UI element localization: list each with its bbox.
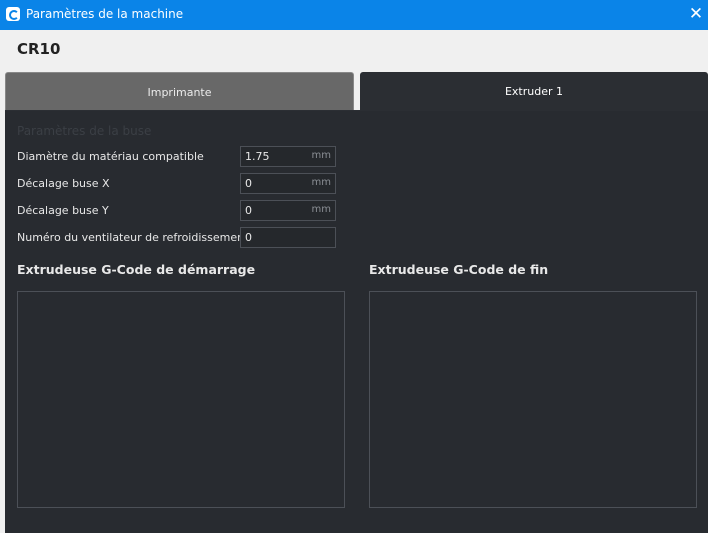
tab-printer[interactable]: Imprimante <box>5 72 354 111</box>
material-diameter-unit: mm <box>311 150 331 161</box>
end-gcode-heading: Extrudeuse G-Code de fin <box>369 262 549 277</box>
cooling-fan-number-label: Numéro du ventilateur de refroidissement <box>17 231 249 244</box>
nozzle-offset-x-field[interactable]: 0 mm <box>240 173 336 194</box>
cura-logo-icon <box>6 7 20 21</box>
cooling-fan-number-field[interactable]: 0 <box>240 227 336 248</box>
start-gcode-editor[interactable] <box>17 291 345 508</box>
nozzle-offset-x-unit: mm <box>311 177 331 188</box>
nozzle-offset-y-value[interactable]: 0 <box>245 204 252 217</box>
nozzle-offset-x-label: Décalage buse X <box>17 177 110 190</box>
nozzle-offset-y-field[interactable]: 0 mm <box>240 200 336 221</box>
start-gcode-heading: Extrudeuse G-Code de démarrage <box>17 262 256 277</box>
nozzle-offset-x-value[interactable]: 0 <box>245 177 252 190</box>
material-diameter-label: Diamètre du matériau compatible <box>17 150 204 163</box>
material-diameter-field[interactable]: 1.75 mm <box>240 146 336 167</box>
title-bar: Paramètres de la machine ✕ <box>0 0 708 30</box>
nozzle-offset-y-label: Décalage buse Y <box>17 204 109 217</box>
tab-extruder-1[interactable]: Extruder 1 <box>360 72 708 111</box>
machine-name: CR10 <box>17 40 61 58</box>
end-gcode-editor[interactable] <box>369 291 697 508</box>
window-title: Paramètres de la machine <box>26 7 184 21</box>
material-diameter-value[interactable]: 1.75 <box>245 150 270 163</box>
close-icon[interactable]: ✕ <box>686 4 706 24</box>
cooling-fan-number-value[interactable]: 0 <box>245 231 252 244</box>
nozzle-offset-y-unit: mm <box>311 204 331 215</box>
nozzle-settings-heading: Paramètres de la buse <box>17 124 152 138</box>
